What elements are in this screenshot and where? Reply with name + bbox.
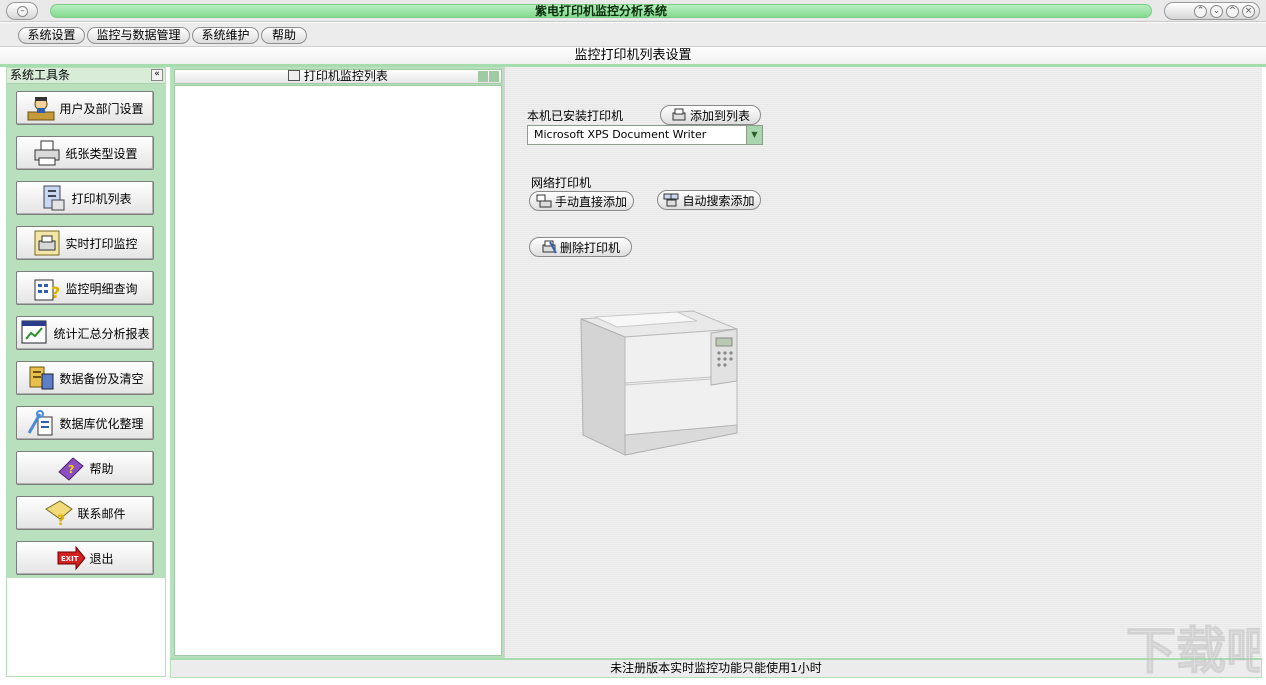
sidebar-item-users[interactable]: 用户及部门设置 [16, 91, 154, 125]
panel-header-controls [478, 71, 499, 82]
svg-text:?: ? [57, 513, 65, 527]
detail-query-icon: ? [34, 279, 61, 302]
exit-icon: EXIT [57, 545, 87, 571]
manual-add-label: 手动直接添加 [554, 194, 627, 209]
sidebar-item-label: 联系邮件 [77, 506, 126, 521]
sidebar-item-contact-mail[interactable]: ? 联系邮件 [16, 496, 154, 530]
panel-title: 打印机监控列表 [303, 69, 388, 83]
sidebar-item-label: 退出 [89, 551, 114, 566]
network-printer-icon [536, 194, 552, 208]
backup-icon [29, 366, 54, 390]
sidebar-item-label: 监控明细查询 [65, 281, 138, 296]
mail-icon: ? [45, 500, 74, 527]
selected-printer-value: Microsoft XPS Document Writer [534, 128, 707, 141]
title-bar: – 紫电打印机监控分析系统 ⌃ ⌄ ^ × [0, 0, 1266, 22]
delete-printer-icon [542, 240, 557, 254]
printer-list-icon [43, 185, 65, 211]
maximize-icon[interactable]: ^ [1226, 4, 1239, 18]
menu-monitor-data[interactable]: 监控与数据管理 [87, 27, 190, 44]
svg-text:?: ? [51, 283, 60, 302]
panel-minimize-icon[interactable] [478, 71, 488, 82]
manual-add-button[interactable]: 手动直接添加 [529, 191, 634, 211]
database-tools-icon [28, 410, 53, 436]
close-icon[interactable]: × [1242, 4, 1255, 18]
panel-maximize-icon[interactable] [489, 71, 499, 82]
title-track: 紫电打印机监控分析系统 [50, 4, 1152, 18]
sidebar-item-db-optimize[interactable]: 数据库优化整理 [16, 406, 154, 440]
sidebar-item-label: 数据备份及清空 [59, 371, 144, 386]
watermark-logo: 下载吧 [1126, 622, 1260, 681]
delete-printer-button[interactable]: 删除打印机 [529, 237, 632, 257]
sidebar-item-backup[interactable]: 数据备份及清空 [16, 361, 154, 395]
add-to-list-label: 添加到列表 [689, 108, 750, 123]
status-text: 未注册版本实时监控功能只能使用1小时 [610, 661, 822, 675]
minimize-icon[interactable]: ⌃ [1194, 4, 1207, 18]
delete-printer-label: 删除打印机 [559, 240, 620, 255]
printer-monitor-list[interactable] [174, 85, 502, 656]
collapse-icon[interactable]: « [151, 69, 163, 81]
printer-list-icon [288, 70, 301, 81]
sidebar-item-paper-type[interactable]: 纸张类型设置 [16, 136, 154, 170]
sidebar-header: 系统工具条 « [7, 68, 165, 84]
sidebar-item-label: 统计汇总分析报表 [53, 326, 150, 341]
menu-help[interactable]: 帮助 [261, 27, 307, 44]
status-bar: 未注册版本实时监控功能只能使用1小时 [170, 658, 1262, 678]
sidebar-item-label: 帮助 [89, 461, 114, 476]
panel-header: 打印机监控列表 [174, 69, 502, 84]
sidebar: 系统工具条 « 用户及部门设置 纸张类型设置 打印机列表 实时打印监控 ? 监控… [6, 67, 166, 677]
network-printers-label: 网络打印机 [531, 176, 592, 190]
user-department-icon [27, 97, 55, 121]
menu-bar: 系统设置 监控与数据管理 系统维护 帮助 [0, 23, 1266, 47]
restore-icon[interactable]: ⌄ [1210, 4, 1223, 18]
printer-monitor-panel: 打印机监控列表 [170, 67, 504, 658]
sidebar-item-report[interactable]: 统计汇总分析报表 [16, 316, 154, 350]
printer-illustration [580, 310, 738, 456]
menu-system-settings[interactable]: 系统设置 [18, 27, 85, 44]
sidebar-item-exit[interactable]: EXIT 退出 [16, 541, 154, 575]
add-to-list-button[interactable]: 添加到列表 [660, 105, 761, 125]
sidebar-title: 系统工具条 [10, 68, 71, 82]
sidebar-toolbar: 用户及部门设置 纸张类型设置 打印机列表 实时打印监控 ? 监控明细查询 统计汇… [7, 84, 165, 578]
chevron-down-icon[interactable]: ▼ [746, 126, 762, 144]
svg-text:EXIT: EXIT [61, 555, 79, 563]
page-title: 监控打印机列表设置 [0, 47, 1266, 65]
svg-text:?: ? [68, 463, 74, 476]
realtime-monitor-icon [34, 230, 60, 256]
help-book-icon: ? [58, 457, 85, 481]
system-menu-button[interactable]: – [6, 2, 38, 20]
menu-system-maintenance[interactable]: 系统维护 [192, 27, 259, 44]
add-list-icon [672, 108, 686, 121]
window-title: 紫电打印机监控分析系统 [534, 4, 667, 18]
sidebar-item-label: 纸张类型设置 [65, 146, 138, 161]
local-printers-label: 本机已安装打印机 [527, 109, 624, 123]
auto-search-add-button[interactable]: 自动搜索添加 [657, 190, 761, 210]
installed-printer-select[interactable]: Microsoft XPS Document Writer ▼ [527, 125, 763, 145]
printer-paper-icon [34, 140, 60, 166]
auto-search-add-label: 自动搜索添加 [682, 193, 755, 208]
sidebar-item-label: 实时打印监控 [65, 236, 138, 251]
sidebar-item-detail-query[interactable]: ? 监控明细查询 [16, 271, 154, 305]
sidebar-item-label: 数据库优化整理 [59, 416, 144, 431]
sidebar-item-help[interactable]: ? 帮助 [16, 451, 154, 485]
printer-settings-content: 本机已安装打印机 添加到列表 Microsoft XPS Document Wr… [504, 67, 1262, 658]
report-chart-icon [21, 320, 47, 344]
sidebar-item-printer-list[interactable]: 打印机列表 [16, 181, 154, 215]
sidebar-item-label: 用户及部门设置 [59, 101, 144, 116]
svg-text:下载吧: 下载吧 [1126, 622, 1260, 680]
window-controls: ⌃ ⌄ ^ × [1164, 2, 1260, 20]
sidebar-item-realtime-monitor[interactable]: 实时打印监控 [16, 226, 154, 260]
sidebar-item-label: 打印机列表 [71, 191, 132, 206]
system-menu-icon: – [17, 6, 28, 17]
network-search-icon [663, 193, 679, 207]
